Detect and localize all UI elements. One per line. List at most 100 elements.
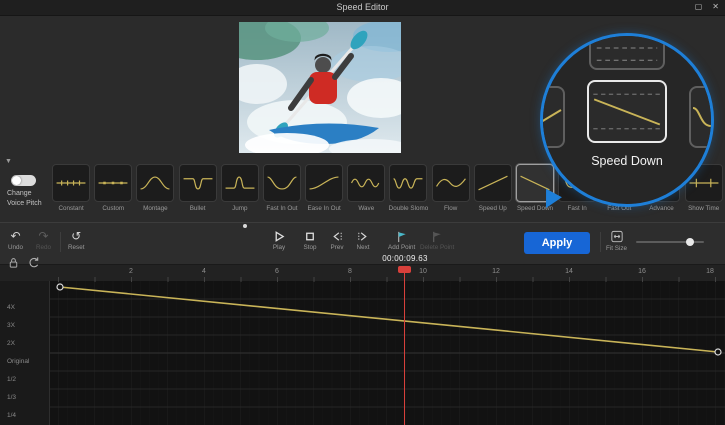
preset-montage[interactable]: Montage — [134, 164, 176, 222]
curve-start-point[interactable] — [57, 284, 63, 290]
preset-label: Show Time — [688, 205, 719, 212]
preset-label: Wave — [358, 205, 374, 212]
undo-button[interactable]: ↶ Undo — [8, 230, 23, 251]
speed-editor-window: Speed Editor ▢ ✕ — [0, 0, 725, 425]
lock-icon — [7, 256, 20, 269]
preset-custom[interactable]: Custom — [92, 164, 134, 222]
preset-label: Double Slomo — [389, 205, 429, 212]
scale-label: 1/4 — [7, 412, 16, 419]
close-button[interactable]: ✕ — [712, 2, 719, 11]
scale-label: 1/3 — [7, 394, 16, 401]
preset-curve-icon — [94, 164, 132, 202]
preset-label: Custom — [102, 205, 124, 212]
preset-curve-icon — [305, 164, 343, 202]
play-label: Play — [273, 244, 285, 251]
video-preview — [239, 22, 401, 153]
zoom-slider-knob[interactable] — [686, 238, 694, 246]
timeline-ruler[interactable]: 2 4 6 8 10 12 14 16 18 — [0, 264, 725, 281]
next-icon — [356, 230, 370, 243]
preset-wave[interactable]: Wave — [345, 164, 387, 222]
delete-point-label: Delete Point — [420, 244, 454, 251]
preset-curve-icon — [263, 164, 301, 202]
apply-button[interactable]: Apply — [524, 232, 590, 254]
preset-double-slomo[interactable]: Double Slomo — [387, 164, 429, 222]
preset-curve-icon — [347, 164, 385, 202]
fit-size-button[interactable]: Fit Size — [606, 229, 627, 252]
preset-label: Flow — [444, 205, 457, 212]
lock-button[interactable] — [5, 255, 21, 269]
add-point-button[interactable]: Add Point — [388, 230, 415, 251]
prev-point-button[interactable]: Prev — [330, 230, 344, 251]
loop-button[interactable] — [25, 255, 41, 269]
zoom-slider[interactable] — [636, 241, 704, 243]
preset-flow[interactable]: Flow — [430, 164, 472, 222]
redo-label: Redo — [36, 244, 51, 251]
ruler-tick: 8 — [340, 268, 360, 275]
preset-curve-icon — [389, 164, 427, 202]
preset-jump[interactable]: Jump — [219, 164, 261, 222]
preset-constant[interactable]: Constant — [50, 164, 92, 222]
prev-label: Prev — [331, 244, 344, 251]
reset-icon: ↺ — [71, 230, 81, 243]
loop-arrow-icon — [27, 256, 40, 269]
reset-button[interactable]: ↺ Reset — [68, 230, 84, 251]
preset-curve-icon — [52, 164, 90, 202]
speed-down-curve-icon — [594, 99, 660, 124]
scale-label: 3X — [7, 322, 15, 329]
preset-label: Advance — [649, 205, 674, 212]
preset-curve-icon — [474, 164, 512, 202]
preset-speed-up[interactable]: Speed Up — [472, 164, 514, 222]
preset-label: Jump — [232, 205, 247, 212]
ruler-tick-marks — [58, 277, 718, 282]
preset-scroll-dot[interactable] — [243, 224, 247, 228]
playhead-handle[interactable] — [398, 266, 411, 273]
ruler-tick: 2 — [121, 268, 141, 275]
speed-scale-column: 4X 3X 2X Original 1/2 1/3 1/4 — [0, 281, 50, 425]
preset-label: Fast In Out — [266, 205, 297, 212]
preset-curve-icon — [432, 164, 470, 202]
curve-end-point[interactable] — [715, 349, 721, 355]
preset-label: Constant — [58, 205, 83, 212]
divider — [60, 232, 61, 252]
delete-point-flag-icon — [430, 230, 444, 243]
next-label: Next — [357, 244, 370, 251]
toolbar: ↶ Undo ↷ Redo ↺ Reset Play Stop Prev Nex… — [0, 222, 725, 264]
collapse-arrow-icon[interactable]: ▼ — [5, 158, 12, 165]
preset-label: Ease In Out — [307, 205, 340, 212]
preset-curve-icon — [136, 164, 174, 202]
play-icon — [272, 230, 286, 243]
next-point-button[interactable]: Next — [356, 230, 370, 251]
ruler-tick: 6 — [267, 268, 287, 275]
undo-label: Undo — [8, 244, 23, 251]
callout-label: Speed Down — [543, 154, 711, 168]
speed-curve-canvas — [50, 281, 725, 425]
play-button[interactable]: Play — [272, 230, 286, 251]
scale-label: Original — [7, 358, 29, 365]
voice-pitch-label-line1: Change — [7, 190, 32, 197]
undo-icon: ↶ — [11, 230, 21, 243]
ruler-tick: 12 — [486, 268, 506, 275]
preset-label: Speed Up — [479, 205, 507, 212]
preset-label: Montage — [143, 205, 168, 212]
preset-bullet[interactable]: Bullet — [177, 164, 219, 222]
preset-label: Fast In — [568, 205, 587, 212]
stop-button[interactable]: Stop — [303, 230, 317, 251]
kayaker-preview-image — [239, 22, 401, 153]
callout-speed-down-thumb — [587, 80, 667, 143]
add-point-label: Add Point — [388, 244, 415, 251]
reset-label: Reset — [68, 244, 84, 251]
ruler-tick: 16 — [632, 268, 652, 275]
speed-curve-editor[interactable] — [50, 281, 725, 425]
callout-thumb-partial-left — [540, 86, 565, 148]
prev-icon — [330, 230, 344, 243]
preset-ease-in-out[interactable]: Ease In Out — [303, 164, 345, 222]
preset-fast-in-out[interactable]: Fast In Out — [261, 164, 303, 222]
maximize-button[interactable]: ▢ — [695, 2, 703, 11]
voice-pitch-toggle[interactable] — [11, 175, 36, 186]
stop-icon — [303, 230, 317, 243]
ruler-tick: 18 — [700, 268, 720, 275]
redo-icon: ↷ — [39, 230, 49, 243]
ruler-tick: 14 — [559, 268, 579, 275]
preset-label: Bullet — [190, 205, 206, 212]
scale-label: 2X — [7, 340, 15, 347]
